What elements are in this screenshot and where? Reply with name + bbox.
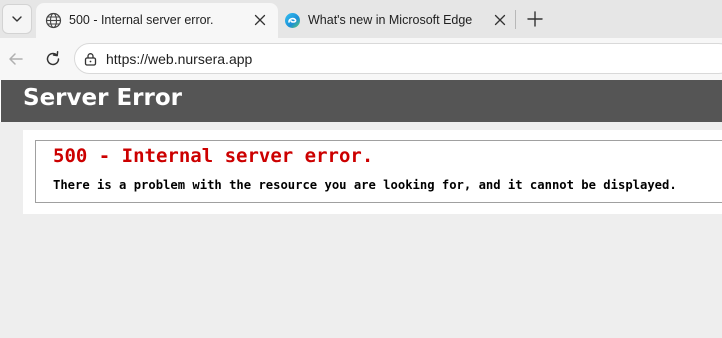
browser-toolbar: https://web.nursera.app — [0, 38, 722, 80]
tab-actions-button[interactable] — [2, 4, 32, 34]
chevron-down-icon — [12, 16, 22, 22]
url-text[interactable]: https://web.nursera.app — [106, 51, 252, 67]
page-title: Server Error — [23, 85, 182, 111]
tab-title: 500 - Internal server error. — [69, 13, 214, 27]
reload-icon[interactable] — [43, 49, 63, 69]
page-header: Server Error — [0, 80, 722, 122]
lock-icon[interactable] — [84, 52, 97, 66]
tab-strip: 500 - Internal server error. What's new … — [0, 0, 722, 38]
page-content: Server Error 500 - Internal server error… — [0, 80, 722, 338]
tab-separator — [515, 10, 516, 29]
new-tab-plus-icon[interactable] — [526, 10, 544, 28]
back-arrow-icon[interactable] — [6, 49, 26, 69]
tab-title: What's new in Microsoft Edge — [308, 13, 473, 27]
error-box: 500 - Internal server error. There is a … — [35, 140, 722, 203]
content-area: 500 - Internal server error. There is a … — [23, 130, 722, 214]
error-heading: 500 - Internal server error. — [53, 145, 374, 167]
error-message: There is a problem with the resource you… — [53, 178, 677, 192]
close-icon[interactable] — [254, 14, 266, 26]
close-icon[interactable] — [494, 14, 506, 26]
address-bar[interactable]: https://web.nursera.app — [74, 43, 722, 74]
edge-icon — [285, 13, 300, 28]
tab-whats-new[interactable]: What's new in Microsoft Edge — [280, 3, 516, 38]
tab-active[interactable]: 500 - Internal server error. — [36, 3, 278, 38]
globe-icon — [45, 12, 62, 29]
